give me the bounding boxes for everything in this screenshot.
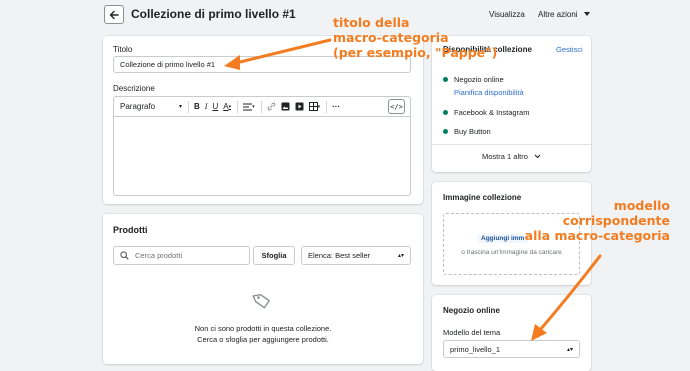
arrow-to-title-icon — [224, 38, 332, 70]
annotation-arrows — [224, 38, 602, 341]
arrow-to-template-icon — [531, 254, 602, 341]
